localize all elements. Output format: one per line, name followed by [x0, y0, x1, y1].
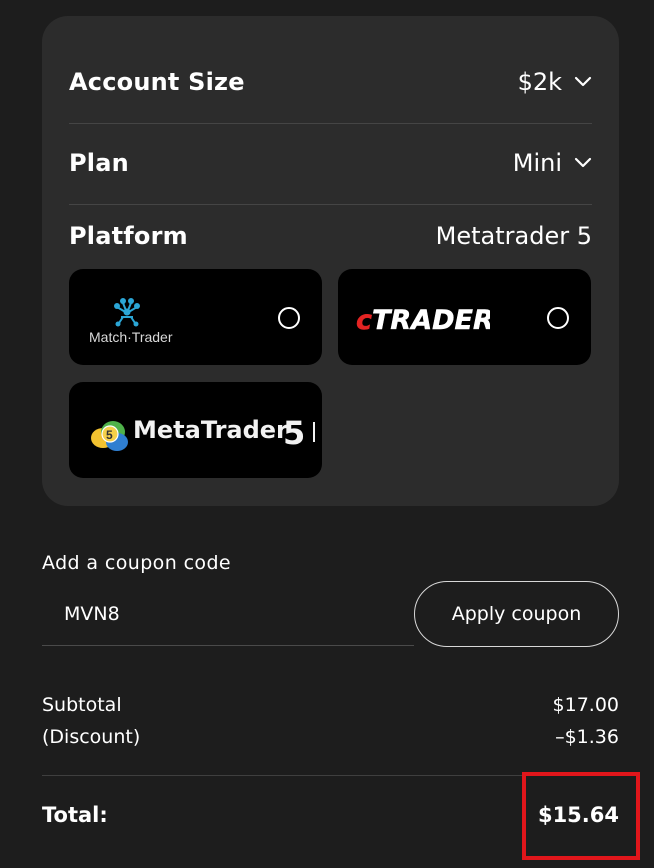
account-size-value: $2k	[517, 68, 562, 96]
chevron-down-icon	[574, 157, 592, 169]
subtotal-label: Subtotal	[42, 694, 122, 716]
account-size-select[interactable]: $2k	[518, 68, 592, 96]
svg-text:Match·Trader: Match·Trader	[89, 329, 173, 345]
plan-select[interactable]: Mini	[513, 149, 592, 177]
plan-value: Mini	[512, 149, 562, 177]
discount-row: (Discount) –$1.36	[42, 726, 619, 748]
ctrader-logo: cTRADER	[356, 305, 490, 335]
svg-text:cTRADER: cTRADER	[356, 305, 490, 335]
radio-icon[interactable]	[278, 307, 300, 329]
platform-selected-value: Metatrader 5	[435, 222, 592, 250]
coupon-input[interactable]	[42, 582, 414, 646]
svg-text:5: 5	[106, 428, 113, 442]
plan-label: Plan	[69, 149, 129, 177]
subtotal-value: $17.00	[552, 694, 619, 716]
order-config-card: Account Size $2k Plan Mini Platform Meta…	[42, 16, 619, 506]
discount-value: –$1.36	[555, 726, 619, 748]
matchtrader-logo: Match·Trader	[89, 298, 173, 345]
account-size-row: Account Size $2k	[69, 64, 592, 100]
plan-row: Plan Mini	[69, 145, 592, 181]
apply-coupon-button[interactable]: Apply coupon	[414, 581, 619, 647]
divider	[69, 123, 592, 124]
chevron-down-icon	[574, 76, 592, 88]
total-label: Total:	[42, 803, 108, 827]
platform-row: Platform Metatrader 5	[69, 218, 592, 254]
account-size-label: Account Size	[69, 68, 245, 96]
platform-option-ctrader[interactable]: cTRADER	[338, 269, 591, 365]
radio-icon[interactable]	[547, 307, 569, 329]
subtotal-row: Subtotal $17.00	[42, 694, 619, 716]
total-highlight-box	[522, 772, 640, 860]
platform-option-match-trader[interactable]: Match·Trader	[69, 269, 322, 365]
divider	[69, 204, 592, 205]
coupon-label: Add a coupon code	[42, 552, 232, 574]
discount-label: (Discount)	[42, 726, 141, 748]
platform-label: Platform	[69, 222, 188, 250]
svg-text:MetaTrader: MetaTrader	[133, 416, 288, 444]
metatrader5-logo: 5 MetaTrader 5	[91, 414, 315, 452]
svg-text:5: 5	[283, 414, 305, 452]
platform-option-metatrader-5[interactable]: 5 MetaTrader 5	[69, 382, 322, 478]
